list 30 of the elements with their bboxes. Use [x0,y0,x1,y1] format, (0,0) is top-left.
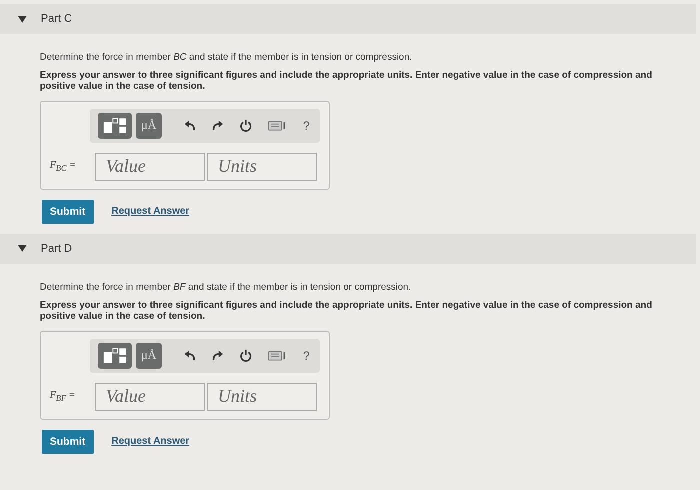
question-text: Determine the force in member BC and state if the member is in tension or compression. [40,52,414,63]
value-field[interactable]: Value [95,152,205,181]
part-header[interactable]: Part C [0,4,696,34]
part-header[interactable]: Part D [0,234,696,264]
instruction-text: Express your answer to three significant figures and include the appropriate units. Enter negative value in the case of compression and positive value in the case of tension. [40,300,654,323]
units-field[interactable]: Units [207,152,317,181]
units-button[interactable]: μÅ [136,112,162,139]
help-button[interactable]: ? [303,348,310,363]
help-button[interactable]: ? [303,118,310,133]
units-button[interactable]: μÅ [136,342,162,369]
undo-icon[interactable] [184,348,196,363]
undo-icon[interactable] [184,118,196,133]
request-answer-link[interactable]: Request Answer [112,436,190,448]
units-field[interactable]: Units [207,382,317,411]
submit-button[interactable]: Submit [42,200,94,224]
submit-button[interactable]: Submit [42,430,94,454]
part-title: Part C [41,13,72,25]
redo-icon[interactable] [212,118,224,133]
variable-label: F$_{BF}$ = [50,390,77,404]
template-button[interactable] [98,342,132,369]
request-answer-link[interactable]: Request Answer [112,206,190,218]
part-title: Part D [41,242,72,255]
template-button[interactable] [98,112,132,139]
keyboard-icon[interactable] [268,350,288,362]
question-text: Determine the force in member BF and state if the member is in tension or compression. [40,282,412,293]
redo-icon[interactable] [212,348,224,363]
keyboard-icon[interactable] [268,120,288,132]
instruction-text: Express your answer to three significant figures and include the appropriate units. Enter negative value in the case of compression and positive value in the case of tension. [40,70,654,93]
variable-label: F$_{BC}$ = [50,160,78,174]
value-field[interactable]: Value [95,382,205,411]
